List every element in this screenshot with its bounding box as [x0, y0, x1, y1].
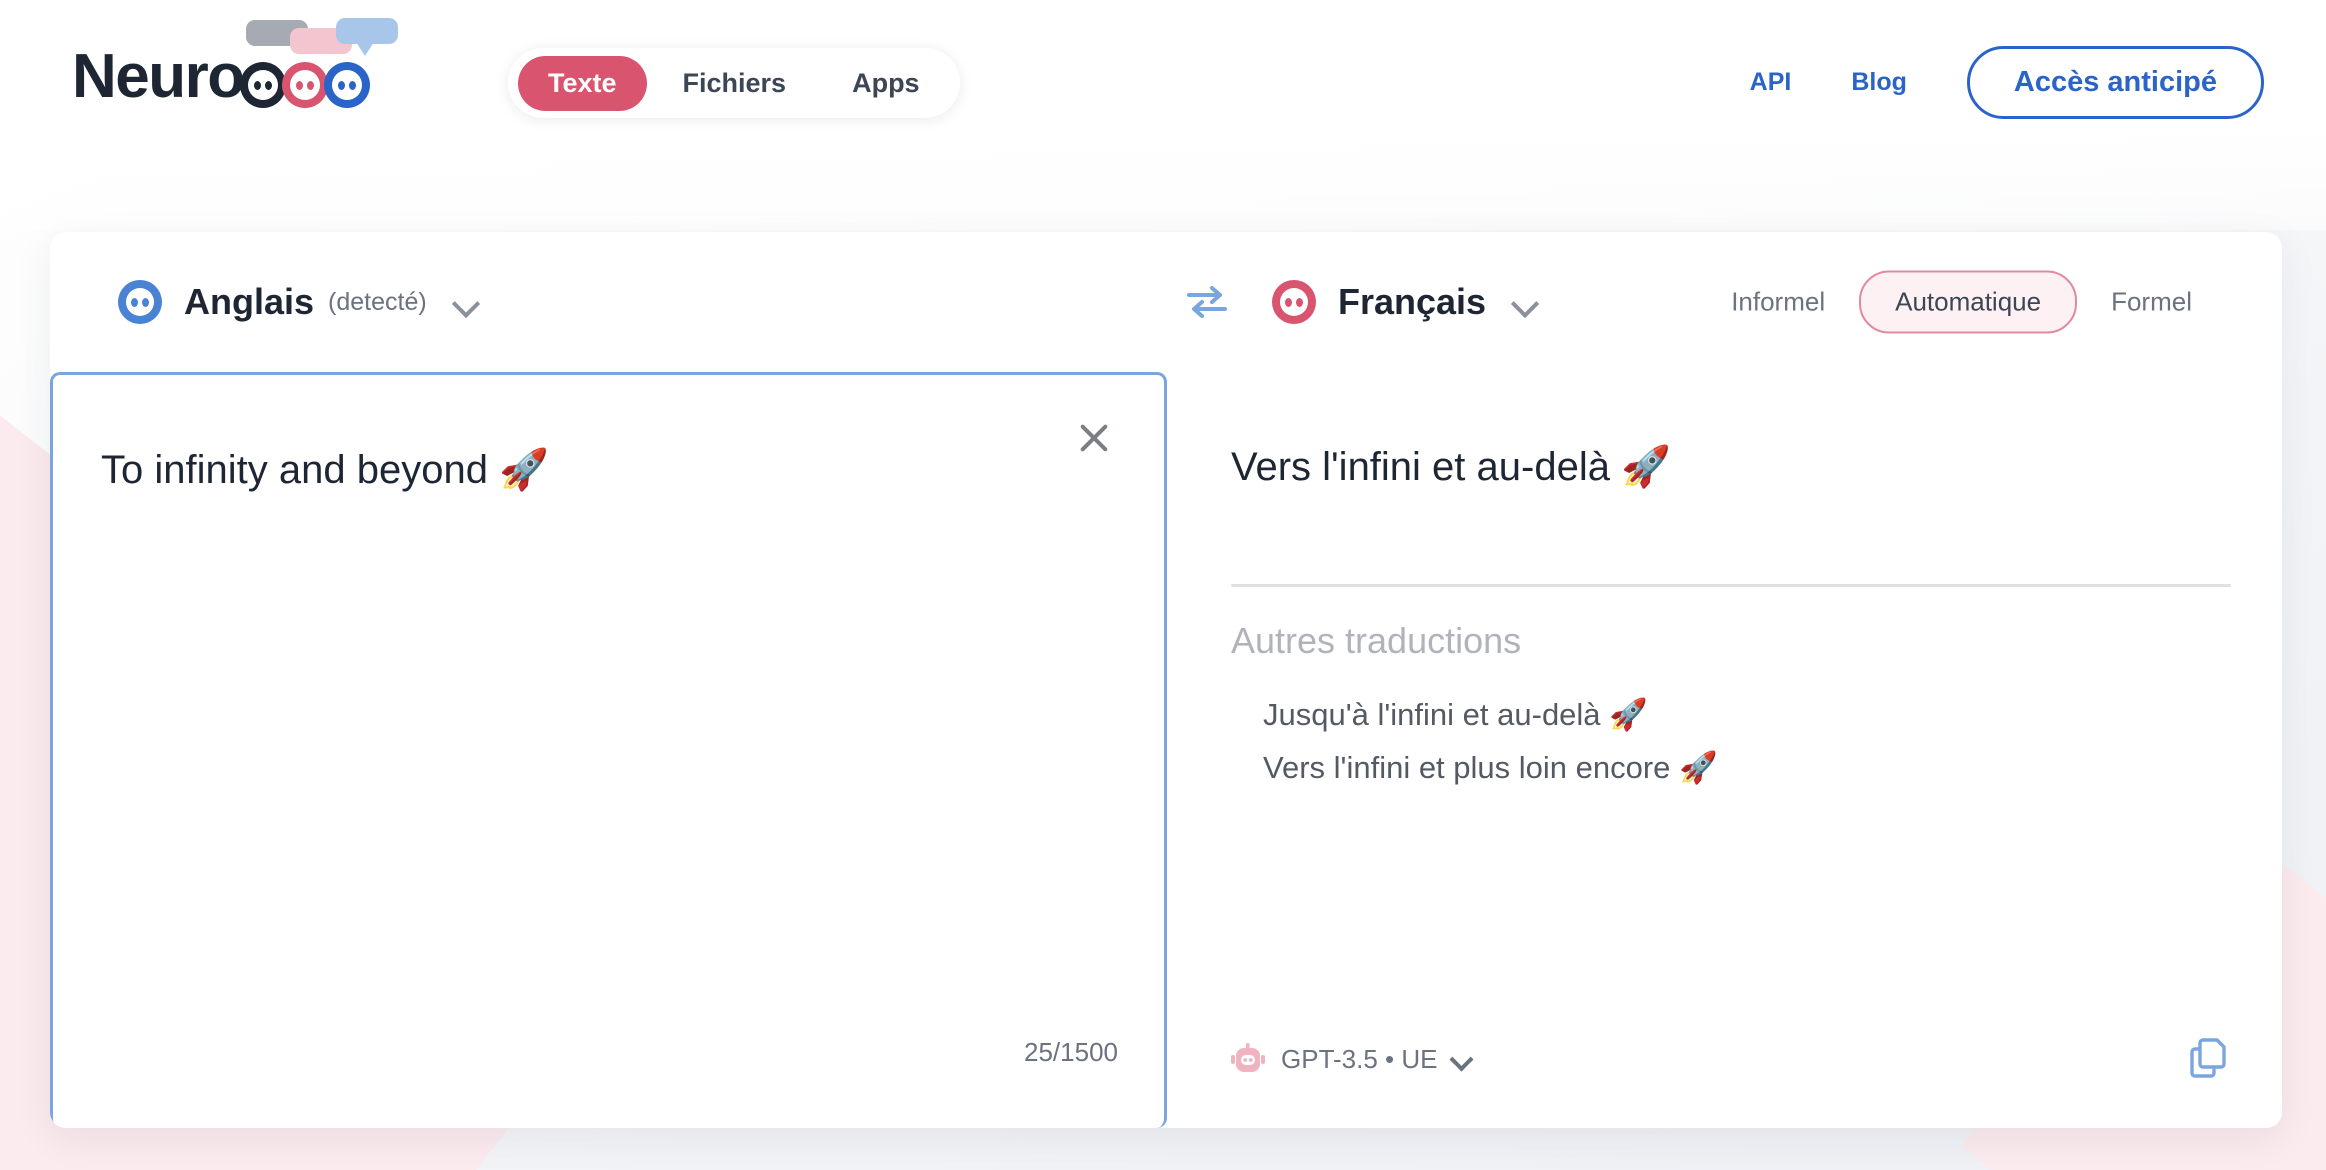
robot-face-blue-icon — [323, 62, 370, 108]
alternative-translation-item[interactable]: Jusqu'à l'infini et au-delà 🚀 — [1263, 694, 1718, 737]
alternatives-list: Jusqu'à l'infini et au-delà 🚀 Vers l'inf… — [1263, 694, 1718, 800]
chevron-down-icon — [1512, 289, 1538, 315]
robot-head-icon — [1231, 1043, 1265, 1072]
link-blog[interactable]: Blog — [1821, 68, 1937, 97]
target-language-selector[interactable]: Français — [1272, 280, 1538, 324]
copy-icon — [2190, 1038, 2226, 1078]
chevron-down-icon — [453, 289, 479, 315]
tab-fichiers[interactable]: Fichiers — [653, 56, 817, 111]
header-right-actions: API Blog Accès anticipé — [1720, 46, 2264, 119]
tab-texte[interactable]: Texte — [518, 55, 647, 111]
formality-formel[interactable]: Formel — [2077, 287, 2226, 318]
link-api[interactable]: API — [1720, 68, 1822, 97]
source-text[interactable]: To infinity and beyond 🚀 — [101, 443, 1054, 497]
source-language-detected-note: (detecté) — [328, 287, 427, 316]
character-counter: 25/1500 — [1024, 1037, 1118, 1067]
model-selector[interactable]: GPT-3.5 • UE — [1229, 1042, 1473, 1076]
formality-informel[interactable]: Informel — [1697, 287, 1859, 318]
source-text-panel[interactable]: To infinity and beyond 🚀 25/1500 — [50, 372, 1167, 1128]
alternative-translation-item[interactable]: Vers l'infini et plus loin encore 🚀 — [1263, 747, 1718, 790]
translated-text: Vers l'infini et au-delà 🚀 — [1231, 445, 1671, 489]
formality-automatique[interactable]: Automatique — [1859, 270, 2078, 334]
swap-horizontal-icon — [1187, 286, 1227, 318]
target-language-robot-icon — [1272, 280, 1316, 324]
early-access-button[interactable]: Accès anticipé — [1966, 46, 2264, 119]
alternatives-title: Autres traductions — [1231, 620, 1522, 661]
target-text-panel: Vers l'infini et au-delà 🚀 Autres traduc… — [1167, 372, 2282, 1128]
main-nav-tabs: Texte Fichiers Apps — [508, 48, 960, 118]
language-bar: Anglais (detecté) Français Informel Auto… — [50, 232, 2282, 372]
swap-languages-button[interactable] — [1181, 276, 1233, 328]
translator-card: Anglais (detecté) Français Informel Auto… — [50, 232, 2282, 1128]
source-language-robot-icon — [118, 280, 162, 324]
top-header: Neuro Texte Fichiers Apps API Blog Accès… — [0, 0, 2326, 160]
robot-face-pink-icon — [281, 62, 328, 108]
brand-logo[interactable]: Neuro — [72, 18, 398, 111]
source-language-name: Anglais — [184, 281, 315, 322]
formality-selector: Informel Automatique Formel — [1697, 270, 2226, 334]
target-language-name: Français — [1338, 281, 1487, 322]
source-language-selector[interactable]: Anglais (detecté) — [118, 280, 479, 324]
model-label: GPT-3.5 • UE — [1281, 1043, 1438, 1074]
translation-panes: To infinity and beyond 🚀 25/1500 Vers l'… — [50, 372, 2282, 1128]
alternatives-divider — [1231, 584, 2231, 587]
brand-name: Neuro — [72, 42, 245, 111]
logo-robot-faces-icon — [239, 18, 398, 108]
speech-bubble-blue-icon — [335, 18, 398, 56]
chevron-down-icon — [1451, 1048, 1473, 1070]
tab-apps[interactable]: Apps — [822, 56, 950, 111]
clear-source-text-button[interactable] — [1070, 413, 1118, 461]
app-root: Neuro Texte Fichiers Apps API Blog Accès… — [0, 0, 2326, 1170]
copy-translation-button[interactable] — [2184, 1034, 2232, 1082]
robot-face-dark-icon — [239, 62, 286, 108]
